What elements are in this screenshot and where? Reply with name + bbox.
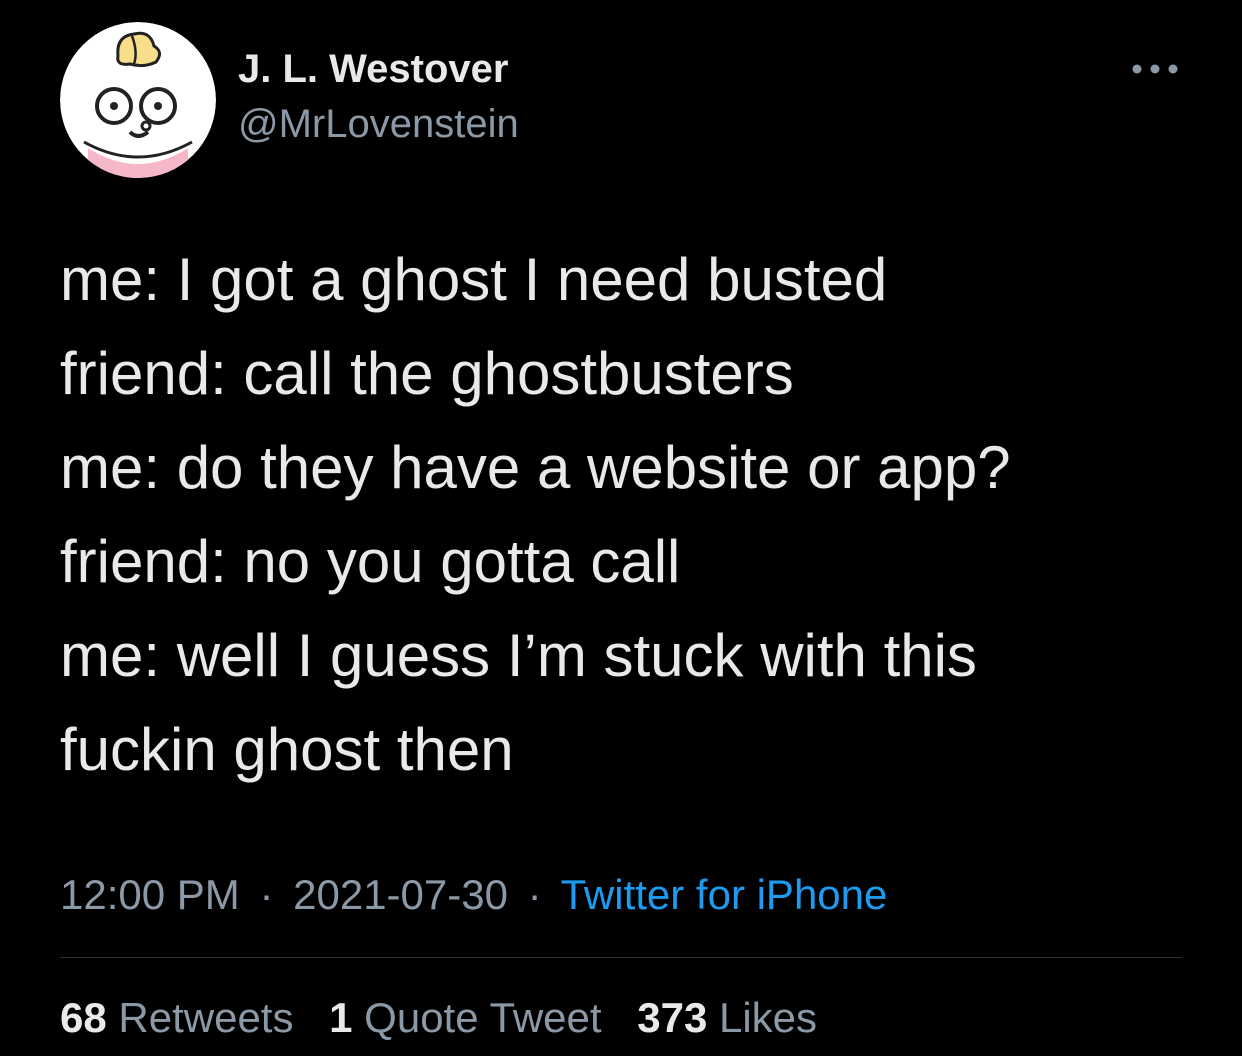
tweet-meta: 12:00 PM · 2021-07-30 · Twitter for iPho… [60, 868, 887, 922]
more-options-button[interactable] [1128, 54, 1182, 84]
author-display-name[interactable]: J. L. Westover [238, 42, 519, 96]
likes-count: 373 [637, 994, 708, 1041]
retweets-count: 68 [60, 994, 107, 1041]
tweet-text-line: friend: no you gotta call [60, 528, 681, 595]
tweet-date[interactable]: 2021-07-30 [293, 871, 508, 918]
author-handle[interactable]: @MrLovenstein [238, 96, 519, 152]
likes-stat[interactable]: 373 Likes [637, 991, 817, 1045]
tweet-text-line: friend: call the ghostbusters [60, 340, 794, 407]
tweet-text: me: I got a ghost I need busted friend: … [60, 233, 1190, 797]
divider [60, 957, 1182, 958]
tweet-text-line: me: do they have a website or app? [60, 434, 1011, 501]
tweet-text-line: me: well I guess I’m stuck with this [60, 622, 977, 689]
meta-separator: · [527, 871, 542, 918]
tweet-time[interactable]: 12:00 PM [60, 871, 240, 918]
likes-label: Likes [718, 994, 818, 1041]
more-horizontal-icon [1132, 64, 1178, 74]
tweet-stats: 68 Retweets 1 Quote Tweet 373 Likes [60, 991, 841, 1045]
retweets-stat[interactable]: 68 Retweets [60, 991, 293, 1045]
quote-tweets-count: 1 [329, 994, 353, 1041]
tweet-text-line: fuckin ghost then [60, 716, 514, 783]
tweet-text-line: me: I got a ghost I need busted [60, 246, 888, 313]
retweets-label: Retweets [118, 994, 294, 1041]
author-block: J. L. Westover @MrLovenstein [238, 42, 519, 152]
quote-tweets-label: Quote Tweet [364, 994, 602, 1041]
avatar[interactable] [60, 22, 216, 178]
cartoon-avatar-icon [60, 22, 216, 178]
tweet-source-link[interactable]: Twitter for iPhone [561, 871, 888, 918]
tweet-detail: J. L. Westover @MrLovenstein me: I got a… [0, 0, 1242, 1056]
meta-separator: · [259, 871, 274, 918]
quote-tweets-stat[interactable]: 1 Quote Tweet [329, 991, 601, 1045]
